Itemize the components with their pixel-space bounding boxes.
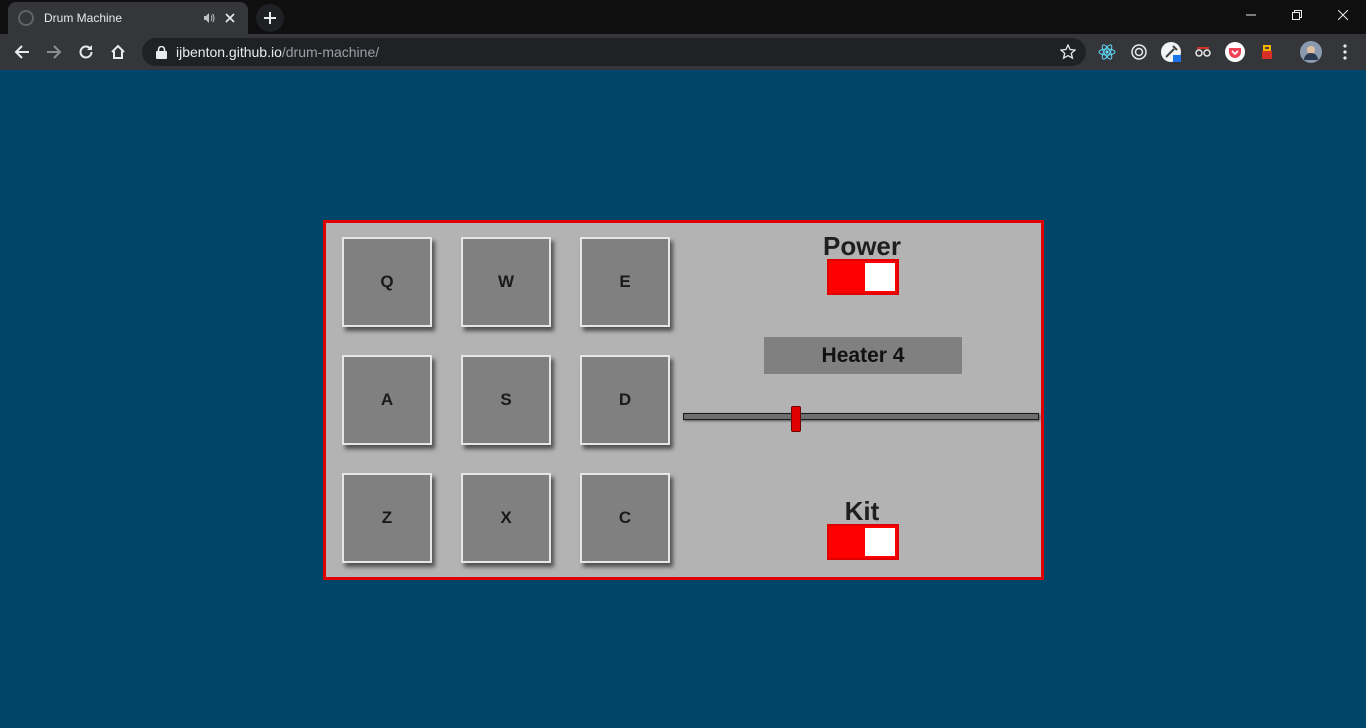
minimize-window-icon[interactable] [1228, 0, 1274, 30]
browser-toolbar: ijbenton.github.io/drum-machine/ [0, 34, 1366, 70]
tab-strip: Drum Machine [0, 0, 1366, 34]
drum-machine: Q W E A S D Z X C Power Heater 4 Kit [323, 220, 1044, 580]
react-devtools-icon[interactable] [1096, 41, 1118, 63]
drum-pad-z[interactable]: Z [342, 473, 432, 563]
profile-avatar-icon[interactable] [1300, 41, 1322, 63]
close-tab-icon[interactable] [222, 10, 238, 26]
lock-icon [154, 45, 168, 59]
kit-label: Kit [844, 496, 880, 526]
volume-slider-thumb[interactable] [791, 406, 801, 432]
volume-slider[interactable] [683, 406, 1039, 432]
drum-pad-d[interactable]: D [580, 355, 670, 445]
forward-arrow-icon[interactable] [40, 38, 68, 66]
target-extension-icon[interactable] [1128, 41, 1150, 63]
drum-pad-q[interactable]: Q [342, 237, 432, 327]
power-toggle[interactable] [827, 259, 899, 295]
disguise-extension-icon[interactable] [1192, 41, 1214, 63]
restore-window-icon[interactable] [1274, 0, 1320, 30]
url-path: /drum-machine/ [281, 44, 380, 60]
drum-pad-w[interactable]: W [461, 237, 551, 327]
close-window-icon[interactable] [1320, 0, 1366, 30]
bookmark-star-icon[interactable] [1059, 43, 1077, 60]
character-extension-icon[interactable] [1256, 41, 1278, 63]
reload-icon[interactable] [72, 38, 100, 66]
kit-toggle-knob [865, 528, 895, 556]
pocket-extension-icon[interactable] [1224, 41, 1246, 63]
drum-pad-a[interactable]: A [342, 355, 432, 445]
kit-toggle[interactable] [827, 524, 899, 560]
url-host: ijbenton.github.io [176, 44, 282, 60]
loading-favicon-icon [18, 10, 34, 26]
tab-title: Drum Machine [44, 11, 123, 25]
sound-display: Heater 4 [764, 337, 962, 374]
home-icon[interactable] [104, 38, 132, 66]
power-label: Power [822, 231, 902, 261]
drum-pad-e[interactable]: E [580, 237, 670, 327]
address-bar[interactable]: ijbenton.github.io/drum-machine/ [142, 38, 1086, 66]
drum-pad-c[interactable]: C [580, 473, 670, 563]
more-menu-icon[interactable] [1334, 41, 1356, 63]
power-toggle-knob [865, 263, 895, 291]
drum-pad-x[interactable]: X [461, 473, 551, 563]
back-arrow-icon[interactable] [8, 38, 36, 66]
drum-pad-s[interactable]: S [461, 355, 551, 445]
speaker-icon[interactable] [202, 11, 216, 25]
browser-tab[interactable]: Drum Machine [8, 2, 248, 34]
new-tab-button[interactable] [256, 4, 284, 32]
eyedropper-extension-icon[interactable] [1160, 41, 1182, 63]
